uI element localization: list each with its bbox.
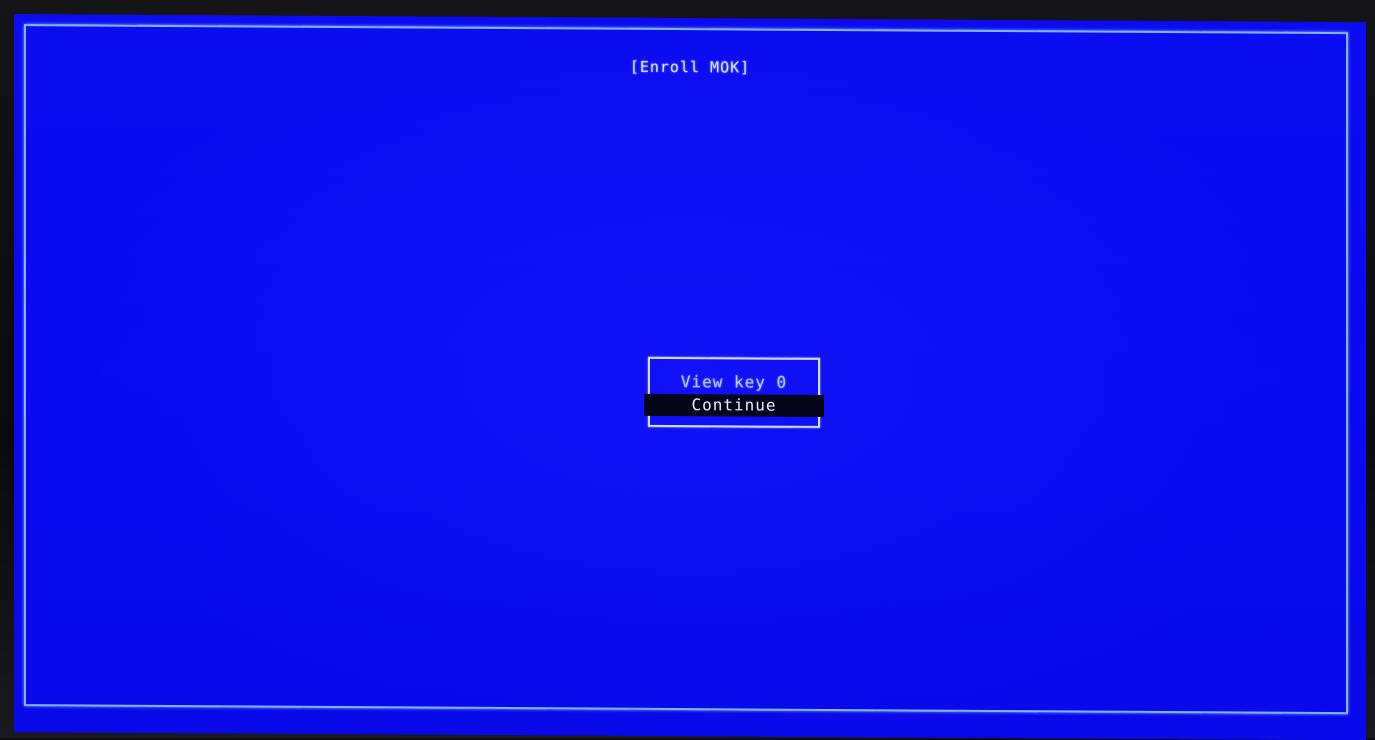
menu-item-view-key-0[interactable]: View key 0 [650, 371, 818, 394]
menu-item-continue[interactable]: Continue [644, 393, 824, 417]
mok-manager-screen: [Enroll MOK] View key 0 Continue [14, 14, 1366, 740]
menu-box: View key 0 Continue [644, 356, 824, 428]
